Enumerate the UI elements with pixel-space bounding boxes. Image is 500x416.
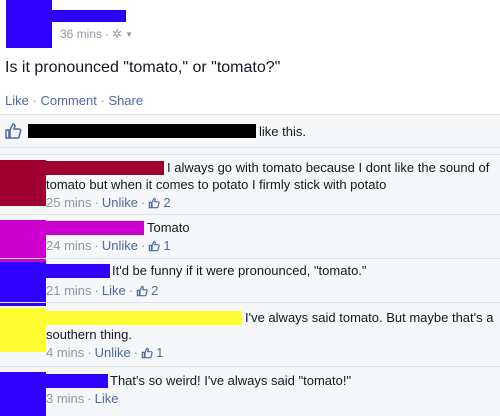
- meta-separator: ·: [94, 283, 99, 298]
- post-meta: 36 mins · ✲ ▼: [60, 27, 133, 41]
- comment-meta: 25 mins · Unlike · 2: [46, 195, 171, 210]
- meta-separator: ·: [94, 195, 99, 210]
- like-count[interactable]: 2: [151, 283, 158, 298]
- comment-divider: [0, 258, 500, 259]
- like-link[interactable]: Like: [95, 391, 119, 406]
- thumbs-up-icon[interactable]: [141, 347, 153, 359]
- comment-divider: [0, 302, 500, 303]
- unlike-link[interactable]: Unlike: [102, 195, 138, 210]
- caret-down-icon[interactable]: ▼: [125, 30, 133, 39]
- comment-link[interactable]: Comment: [40, 93, 96, 108]
- comment-timestamp[interactable]: 24 mins: [46, 238, 92, 253]
- comment-divider: [0, 154, 500, 155]
- like-link[interactable]: Like: [5, 93, 29, 108]
- comment-text: It'd be funny if it were pronounced, "to…: [112, 263, 367, 278]
- thumbs-up-icon: [5, 123, 22, 139]
- meta-separator: ·: [87, 345, 92, 360]
- comment-meta: 3 mins · Like: [46, 391, 119, 406]
- meta-separator: ·: [105, 27, 110, 41]
- unlike-link[interactable]: Unlike: [102, 238, 138, 253]
- comment-text-continued: southern thing.: [46, 327, 133, 342]
- comment-text: I've always said tomato. But maybe that'…: [245, 310, 494, 325]
- post-actions: Like · Comment · Share: [5, 93, 143, 108]
- commenter-name-redacted[interactable]: [46, 311, 242, 325]
- meta-separator: ·: [87, 391, 92, 406]
- action-separator: ·: [100, 93, 105, 108]
- like-count[interactable]: 1: [163, 238, 170, 253]
- meta-separator: ·: [128, 283, 134, 298]
- post-author-name-redacted[interactable]: [52, 10, 126, 22]
- action-separator: ·: [32, 93, 37, 108]
- meta-separator: ·: [133, 345, 139, 360]
- comment-avatar[interactable]: [0, 372, 46, 416]
- comment-meta: 21 mins · Like · 2: [46, 283, 158, 298]
- post-author-avatar[interactable]: [6, 0, 52, 48]
- unlike-link[interactable]: Unlike: [95, 345, 131, 360]
- post-text: Is it pronounced "tomato," or "tomato?": [5, 59, 281, 76]
- comment-avatar[interactable]: [0, 308, 46, 352]
- commenter-name-redacted[interactable]: [46, 374, 108, 388]
- like-count[interactable]: 2: [163, 195, 170, 210]
- comment-timestamp[interactable]: 25 mins: [46, 195, 92, 210]
- thumbs-up-icon[interactable]: [136, 285, 148, 297]
- comment-avatar[interactable]: [0, 220, 46, 262]
- likes-suffix: like this.: [259, 124, 306, 139]
- comment-text: I always go with tomato because I dont l…: [167, 160, 490, 175]
- thumbs-up-icon[interactable]: [148, 197, 161, 209]
- comment-timestamp[interactable]: 4 mins: [46, 345, 84, 360]
- meta-separator: ·: [141, 238, 146, 253]
- comment-text: That's so weird! I've always said "tomat…: [110, 373, 352, 388]
- comment-divider: [0, 366, 500, 367]
- commenter-name-redacted[interactable]: [46, 221, 144, 235]
- like-link[interactable]: Like: [102, 283, 126, 298]
- comment-avatar[interactable]: [0, 160, 46, 206]
- comment-avatar[interactable]: [0, 262, 46, 306]
- like-count[interactable]: 1: [156, 345, 163, 360]
- comment-text: Tomato: [147, 220, 190, 235]
- commenter-name-redacted[interactable]: [46, 264, 110, 278]
- comment-timestamp[interactable]: 21 mins: [46, 283, 92, 298]
- meta-separator: ·: [94, 238, 99, 253]
- comment-meta: 24 mins · Unlike · 1: [46, 238, 171, 253]
- commenter-name-redacted[interactable]: [46, 161, 164, 175]
- comment-divider: [0, 214, 500, 215]
- gear-icon[interactable]: ✲: [112, 27, 122, 41]
- post-timestamp[interactable]: 36 mins: [60, 27, 102, 41]
- comment-text-continued: tomato but when it comes to potato I fir…: [46, 177, 387, 192]
- comment-timestamp[interactable]: 3 mins: [46, 391, 84, 406]
- thumbs-up-icon[interactable]: [148, 240, 161, 252]
- meta-separator: ·: [141, 195, 146, 210]
- comment-meta: 4 mins · Unlike · 1: [46, 345, 163, 360]
- likers-names-redacted[interactable]: [28, 124, 256, 138]
- share-link[interactable]: Share: [108, 93, 143, 108]
